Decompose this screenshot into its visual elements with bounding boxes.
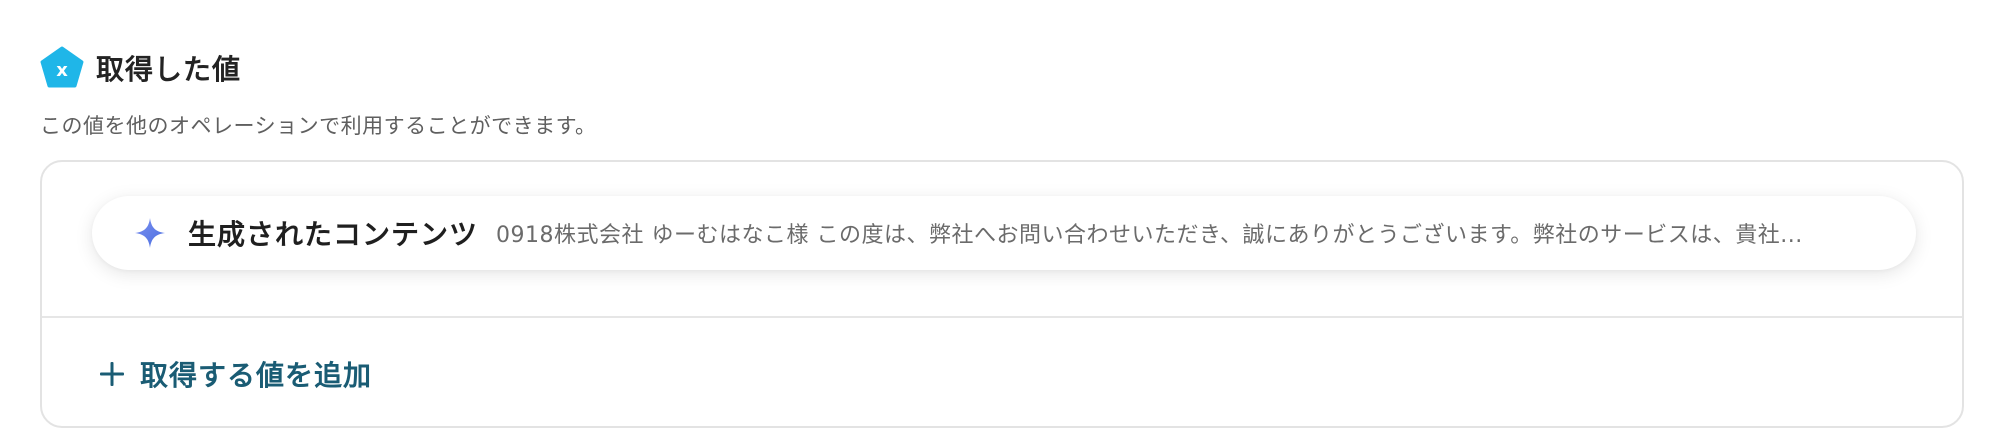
value-preview: 0918株式会社 ゆーむはなこ様 この度は、弊社へお問い合わせいただき、誠にあり… bbox=[496, 223, 1803, 248]
value-item[interactable]: 生成されたコンテンツ 0918株式会社 ゆーむはなこ様 この度は、弊社へお問い合… bbox=[92, 196, 1916, 270]
plus-icon bbox=[100, 362, 124, 386]
divider bbox=[42, 316, 1962, 318]
section-title: 取得した値 bbox=[96, 53, 242, 86]
section-header: x 取得した値 bbox=[40, 46, 241, 90]
add-value-button[interactable]: 取得する値を追加 bbox=[98, 344, 372, 404]
add-value-label: 取得する値を追加 bbox=[140, 359, 373, 392]
variable-x-icon: x bbox=[40, 46, 84, 88]
section-description: この値を他のオペレーションで利用することができます。 bbox=[40, 114, 597, 138]
value-name: 生成されたコンテンツ bbox=[188, 218, 479, 251]
values-card: 生成されたコンテンツ 0918株式会社 ゆーむはなこ様 この度は、弊社へお問い合… bbox=[40, 160, 1964, 428]
sparkle-icon bbox=[135, 218, 165, 248]
svg-text:x: x bbox=[56, 60, 68, 81]
